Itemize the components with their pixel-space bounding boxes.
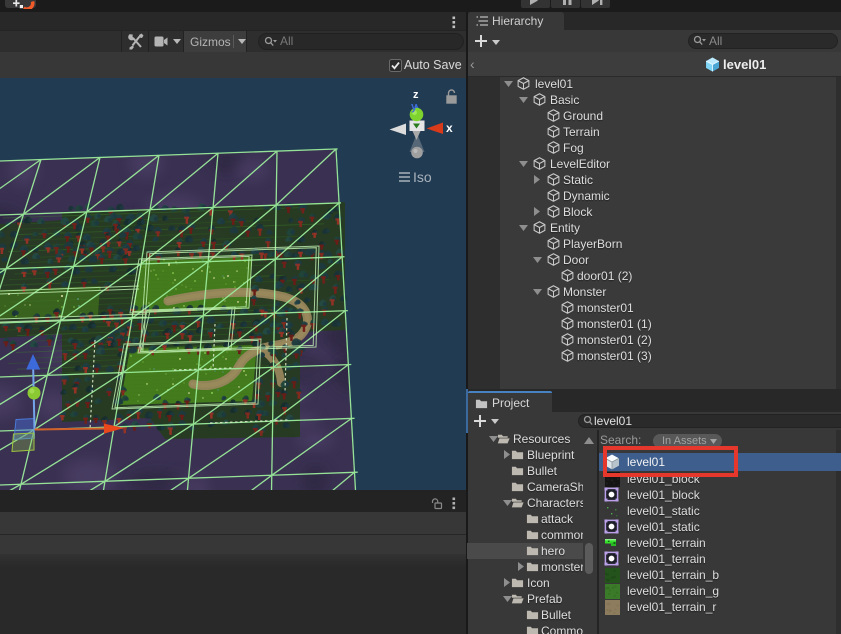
svg-text:y: y	[411, 101, 418, 113]
svg-text:z: z	[413, 89, 419, 101]
svg-text:Iso: Iso	[413, 169, 432, 185]
svg-text:x: x	[446, 121, 453, 135]
